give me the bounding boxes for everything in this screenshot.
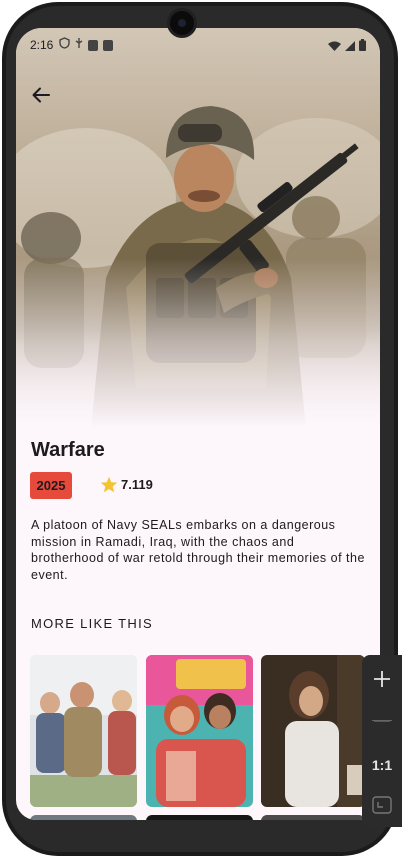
usb-status-icon	[75, 36, 83, 54]
actual-size-button[interactable]: 1:1	[362, 745, 402, 785]
similar-movies-list	[30, 655, 380, 820]
cellular-signal-icon	[345, 38, 355, 56]
similar-movie-poster[interactable]	[261, 655, 365, 807]
wifi-icon	[328, 38, 341, 56]
emulator-toolbar: 1:1	[362, 655, 402, 827]
battery-icon	[359, 38, 366, 56]
similar-movie-poster-partial[interactable]	[146, 815, 253, 820]
status-time: 2:16	[30, 38, 54, 52]
plus-icon	[374, 671, 390, 687]
app-screen: 2:16 Warfare 2025 7.119 A platoon of Nav…	[16, 28, 380, 820]
fit-screen-button[interactable]	[362, 785, 402, 825]
zoom-out-button[interactable]	[362, 701, 402, 741]
front-camera	[167, 8, 197, 38]
zoom-ratio-label: 1:1	[371, 757, 393, 773]
star-icon	[100, 476, 118, 493]
arrow-back-icon	[32, 87, 50, 103]
shield-status-icon	[59, 36, 71, 54]
back-button[interactable]	[28, 82, 54, 108]
similar-movie-poster[interactable]	[30, 655, 137, 807]
fit-screen-icon	[372, 796, 392, 814]
rating-value: 7.119	[121, 477, 153, 492]
poster-image	[261, 655, 365, 807]
hero-backdrop-image	[16, 28, 380, 428]
zoom-in-button[interactable]	[362, 659, 402, 699]
similar-movie-poster-partial[interactable]	[30, 815, 137, 820]
more-like-this-heading: MORE LIKE THIS	[31, 616, 153, 631]
movie-overview: A platoon of Navy SEALs embarks on a dan…	[31, 518, 365, 582]
status-bar: 2:16	[16, 28, 380, 62]
movie-title: Warfare	[31, 439, 105, 461]
similar-movie-poster[interactable]	[146, 655, 253, 807]
app-notification-icon	[103, 39, 114, 51]
year-badge: 2025	[30, 472, 72, 499]
rating: 7.119	[100, 476, 153, 493]
minus-icon	[374, 720, 390, 722]
hero-gradient-fade	[16, 258, 380, 428]
sd-card-status-icon	[88, 39, 99, 51]
poster-image	[30, 655, 137, 807]
similar-movie-poster-partial[interactable]	[261, 815, 365, 820]
poster-image	[146, 655, 253, 807]
